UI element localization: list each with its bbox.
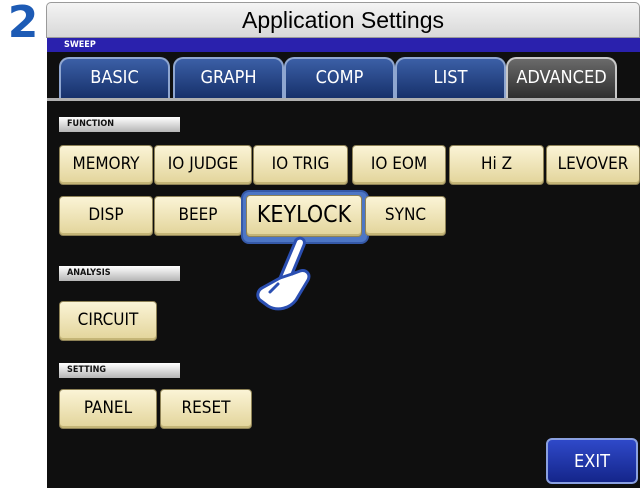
tab-advanced[interactable]: ADVANCED bbox=[506, 57, 617, 101]
hi-z-button[interactable]: Hi Z bbox=[449, 145, 544, 185]
tab-basic[interactable]: BASIC bbox=[59, 57, 170, 101]
reset-button[interactable]: RESET bbox=[160, 389, 252, 429]
exit-button[interactable]: EXIT bbox=[546, 438, 638, 484]
section-setting-label: SETTING bbox=[59, 363, 180, 378]
section-function-label: FUNCTION bbox=[59, 117, 180, 132]
tab-comp[interactable]: COMP bbox=[284, 57, 395, 101]
pointing-hand-icon bbox=[256, 236, 311, 311]
memory-button[interactable]: MEMORY bbox=[59, 145, 153, 185]
panel-button[interactable]: PANEL bbox=[59, 389, 157, 429]
io-eom-button[interactable]: IO EOM bbox=[352, 145, 446, 185]
section-analysis-label: ANALYSIS bbox=[59, 266, 180, 281]
circuit-button[interactable]: CIRCUIT bbox=[59, 301, 157, 341]
disp-button[interactable]: DISP bbox=[59, 196, 153, 236]
io-judge-button[interactable]: IO JUDGE bbox=[154, 145, 252, 185]
step-number: 2 bbox=[7, 0, 39, 48]
io-trig-button[interactable]: IO TRIG bbox=[253, 145, 348, 185]
tab-divider bbox=[47, 98, 640, 101]
keylock-button[interactable]: KEYLOCK bbox=[246, 195, 362, 237]
tab-list[interactable]: LIST bbox=[395, 57, 506, 101]
levover-button[interactable]: LEVOVER bbox=[546, 145, 640, 185]
beep-button[interactable]: BEEP bbox=[154, 196, 242, 236]
sync-button[interactable]: SYNC bbox=[365, 196, 446, 236]
mode-label: SWEEP bbox=[47, 38, 640, 52]
window-title: Application Settings bbox=[46, 2, 640, 38]
tab-graph[interactable]: GRAPH bbox=[173, 57, 284, 101]
